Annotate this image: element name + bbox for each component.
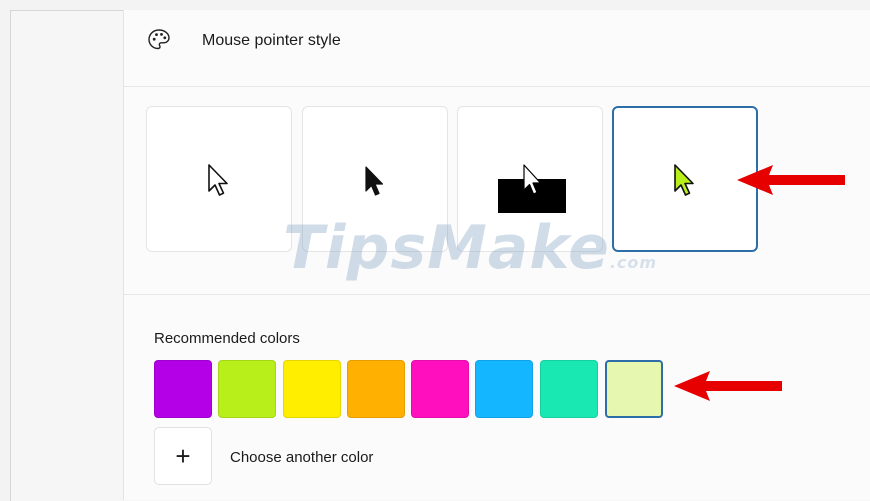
- white-arrow-cursor-icon: [208, 164, 228, 196]
- choose-another-color-label[interactable]: Choose another color: [230, 449, 373, 466]
- recommended-colors-label: Recommended colors: [154, 330, 300, 347]
- color-swatch-orange[interactable]: [347, 360, 405, 418]
- color-swatch-teal[interactable]: [540, 360, 598, 418]
- pointer-style-inverted-card[interactable]: [457, 106, 603, 252]
- color-swatch-yellow[interactable]: [283, 360, 341, 418]
- mouse-pointer-style-header[interactable]: Mouse pointer style: [124, 10, 870, 85]
- divider: [124, 86, 870, 87]
- color-swatch-blue[interactable]: [475, 360, 533, 418]
- color-swatch-magenta[interactable]: [411, 360, 469, 418]
- color-swatch-lime[interactable]: [218, 360, 276, 418]
- pointer-style-black-card[interactable]: [302, 106, 448, 252]
- divider: [124, 294, 870, 295]
- pointer-style-white-card[interactable]: [146, 106, 292, 252]
- page-title: Mouse pointer style: [202, 32, 341, 49]
- settings-panel: Mouse pointer style Recommended colors +…: [123, 10, 870, 500]
- black-arrow-cursor-icon: [365, 166, 384, 196]
- custom-color-arrow-cursor-icon: [674, 164, 694, 196]
- annotation-arrow-icon: [737, 165, 845, 195]
- palette-icon: [148, 29, 170, 50]
- color-swatch-purple[interactable]: [154, 360, 212, 418]
- plus-icon: +: [175, 440, 191, 471]
- inverted-arrow-cursor-icon: [498, 164, 566, 213]
- add-color-button[interactable]: +: [154, 427, 212, 485]
- annotation-arrow-icon: [674, 371, 782, 401]
- color-swatch-pale-green[interactable]: [605, 360, 663, 418]
